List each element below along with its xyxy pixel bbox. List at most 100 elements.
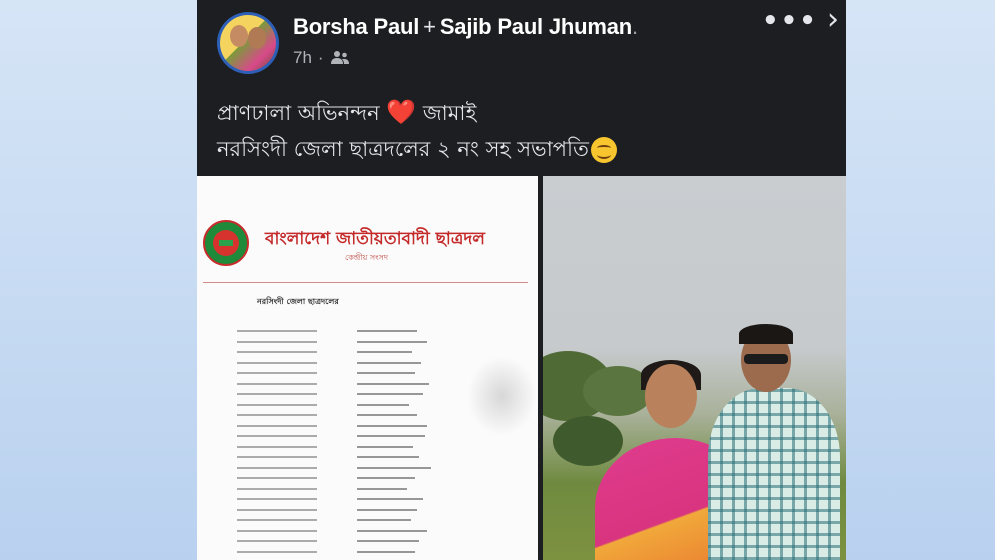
document-row-role xyxy=(237,403,317,406)
document-row xyxy=(237,326,487,337)
document-row-role xyxy=(237,435,317,438)
document-row xyxy=(237,442,487,453)
document-row-name xyxy=(357,340,427,343)
document-row xyxy=(237,452,487,463)
document-row-role xyxy=(237,466,317,469)
caption-text-2: নরসিংদী জেলা ছাত্রদলের ২ নং সহ সভাপতি xyxy=(217,137,589,161)
document-blur xyxy=(467,356,537,436)
document-row-name xyxy=(357,351,412,354)
caption-text-1: প্রাণঢালা অভিনন্দন xyxy=(217,101,380,125)
document-row-role xyxy=(237,330,317,333)
document-row-role xyxy=(237,393,317,396)
document-row-role xyxy=(237,372,317,375)
document-row-role xyxy=(237,456,317,459)
document-subtitle: কেন্দ্রীয় সংসদ xyxy=(345,253,389,262)
couple-photo[interactable] xyxy=(543,176,846,560)
document-row xyxy=(237,410,487,421)
more-options-icon[interactable]: ••• xyxy=(762,6,818,36)
document-row xyxy=(237,547,487,558)
heart-emoji-icon: ❤️ xyxy=(386,98,417,126)
document-row xyxy=(237,389,487,400)
document-row xyxy=(237,484,487,495)
document-member-list xyxy=(237,326,487,557)
document-row-name xyxy=(357,330,417,333)
document-row-role xyxy=(237,519,317,522)
document-row xyxy=(237,337,487,348)
document-row-name xyxy=(357,529,427,532)
document-row xyxy=(237,505,487,516)
document-row-name xyxy=(357,540,419,543)
document-row xyxy=(237,431,487,442)
document-row xyxy=(237,400,487,411)
document-row-role xyxy=(237,529,317,532)
document-row-name xyxy=(357,372,415,375)
document-row-role xyxy=(237,540,317,543)
document-row-role xyxy=(237,361,317,364)
party-logo-icon xyxy=(203,220,249,266)
author-names: Borsha Paul + Sajib Paul Jhuman. xyxy=(293,14,638,40)
woman-face xyxy=(645,364,697,428)
author-connector: + xyxy=(423,14,436,39)
document-row-name xyxy=(357,519,411,522)
sunglasses-icon xyxy=(744,354,788,364)
document-row-role xyxy=(237,508,317,511)
document-row-name xyxy=(357,550,415,553)
document-row-role xyxy=(237,445,317,448)
avatar-person-1 xyxy=(230,25,248,47)
document-row-name xyxy=(357,508,417,511)
document-row-name xyxy=(357,435,425,438)
post-meta: 7h · xyxy=(293,48,350,68)
post-media: বাংলাদেশ জাতীয়তাবাদী ছাত্রদল কেন্দ্রীয়… xyxy=(197,176,846,560)
meta-separator: · xyxy=(317,48,324,67)
document-row xyxy=(237,473,487,484)
document-row-name xyxy=(357,498,423,501)
document-row xyxy=(237,536,487,547)
document-row-role xyxy=(237,414,317,417)
caption-line-1: প্রাণঢালা অভিনন্দন ❤️ জামাই xyxy=(217,94,827,131)
document-row xyxy=(237,463,487,474)
close-icon[interactable]: › xyxy=(827,2,839,37)
author-avatar[interactable] xyxy=(217,12,279,74)
document-row-name xyxy=(357,393,423,396)
author-trailing: . xyxy=(632,14,638,39)
document-row-name xyxy=(357,445,413,448)
avatar-photo xyxy=(220,15,276,71)
caption-line-2: নরসিংদী জেলা ছাত্রদলের ২ নং সহ সভাপতি xyxy=(217,131,827,167)
man-checked-shirt xyxy=(708,388,840,560)
tree xyxy=(553,416,623,466)
document-row-name xyxy=(357,403,409,406)
author-primary-link[interactable]: Borsha Paul xyxy=(293,14,419,39)
document-row-name xyxy=(357,414,417,417)
document-heading: নরসিংদী জেলা ছাত্রদলের xyxy=(257,297,339,306)
document-row-name xyxy=(357,466,431,469)
document-row xyxy=(237,526,487,537)
document-row-role xyxy=(237,351,317,354)
document-row-role xyxy=(237,550,317,553)
author-secondary-link[interactable]: Sajib Paul Jhuman xyxy=(440,14,632,39)
document-row-role xyxy=(237,487,317,490)
document-row xyxy=(237,494,487,505)
post-caption: প্রাণঢালা অভিনন্দন ❤️ জামাই নরসিংদী জেলা… xyxy=(217,94,827,167)
document-row-role xyxy=(237,424,317,427)
document-row-role xyxy=(237,340,317,343)
document-row-role xyxy=(237,382,317,385)
facebook-post: Borsha Paul + Sajib Paul Jhuman. 7h · ••• … xyxy=(197,0,846,560)
friends-icon[interactable] xyxy=(330,50,350,66)
caption-text-1-end: জামাই xyxy=(422,101,477,125)
post-timestamp[interactable]: 7h xyxy=(293,48,312,68)
document-row-name xyxy=(357,456,419,459)
document-row xyxy=(237,358,487,369)
document-row-role xyxy=(237,498,317,501)
document-row-name xyxy=(357,361,421,364)
document-row-role xyxy=(237,477,317,480)
document-divider xyxy=(203,282,528,283)
man-hair xyxy=(739,324,793,344)
document-row-name xyxy=(357,424,427,427)
post-header: Borsha Paul + Sajib Paul Jhuman. 7h · ••• … xyxy=(197,0,846,90)
document-image[interactable]: বাংলাদেশ জাতীয়তাবাদী ছাত্রদল কেন্দ্রীয়… xyxy=(197,176,538,560)
document-row xyxy=(237,368,487,379)
document-row xyxy=(237,379,487,390)
background-left xyxy=(0,0,197,560)
background-right xyxy=(846,0,995,560)
document-row-name xyxy=(357,477,415,480)
